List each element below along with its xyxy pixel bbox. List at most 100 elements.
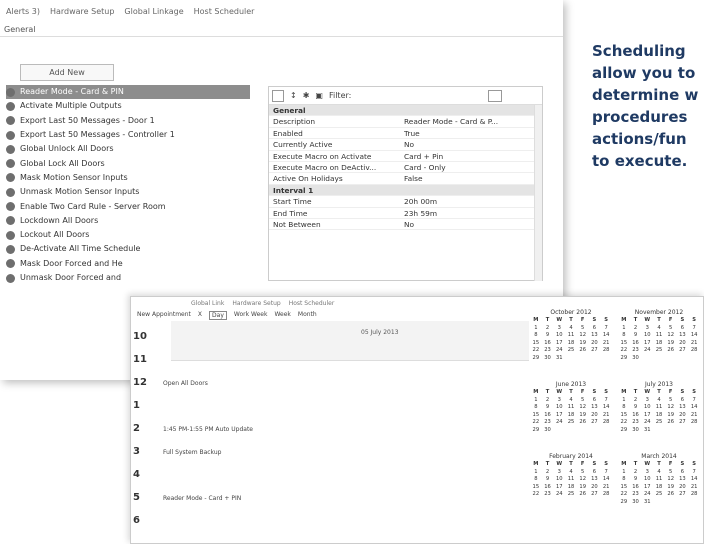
calendar-day[interactable]: 20 (589, 340, 601, 347)
calendar-day[interactable]: 21 (688, 412, 700, 419)
calendar-day[interactable]: 24 (553, 347, 565, 354)
calendar-day[interactable]: 4 (565, 397, 577, 404)
calendar-day[interactable]: 29 (618, 499, 630, 506)
calendar-day[interactable]: 26 (577, 491, 589, 498)
categorized-icon[interactable] (272, 89, 284, 102)
calendar-day[interactable]: 1 (618, 397, 630, 404)
calendar-day[interactable]: 16 (630, 484, 642, 491)
calendar-day[interactable]: 14 (688, 404, 700, 411)
macro-list-item[interactable]: Lockout All Doors (6, 228, 250, 242)
calendar-day[interactable]: 27 (677, 347, 689, 354)
calendar-day[interactable]: 31 (553, 355, 565, 362)
calendar-day[interactable]: 16 (542, 484, 554, 491)
calendar-day[interactable]: 29 (618, 355, 630, 362)
calendar-day[interactable]: 9 (630, 476, 642, 483)
property-row[interactable]: Active On Holidays False (269, 173, 542, 185)
calendar-day[interactable]: 21 (688, 484, 700, 491)
hour-slot[interactable]: 3 Full System Backup (133, 446, 513, 469)
calendar-day[interactable]: 30 (542, 427, 554, 434)
calendar-day[interactable]: 13 (589, 476, 601, 483)
calendar-day[interactable]: 26 (577, 347, 589, 354)
macro-list-item[interactable]: Unmask Motion Sensor Inputs (6, 185, 250, 199)
calendar-day[interactable]: 16 (542, 412, 554, 419)
calendar-day[interactable]: 23 (630, 419, 642, 426)
calendar-day[interactable]: 2 (542, 325, 554, 332)
macro-list-item[interactable]: Export Last 50 Messages - Controller 1 (6, 128, 250, 142)
calendar-day[interactable]: 6 (589, 325, 601, 332)
calendar-day[interactable]: 18 (653, 484, 665, 491)
calendar-day[interactable]: 22 (530, 419, 542, 426)
sort-icon[interactable]: ↕ (290, 91, 297, 100)
calendar-day[interactable]: 12 (577, 476, 589, 483)
add-new-button[interactable]: Add New (20, 64, 114, 81)
calendar-day[interactable]: 15 (530, 484, 542, 491)
macro-list-item[interactable]: Global Unlock All Doors (6, 142, 250, 156)
calendar-day[interactable]: 11 (653, 404, 665, 411)
calendar-day[interactable]: 13 (677, 404, 689, 411)
calendar-day[interactable]: 3 (553, 325, 565, 332)
property-category[interactable]: Interval 1 (269, 184, 542, 197)
calendar-day[interactable]: 21 (600, 340, 612, 347)
calendar-day[interactable]: 5 (577, 397, 589, 404)
calendar-day[interactable]: 30 (630, 355, 642, 362)
calendar-day[interactable]: 2 (630, 325, 642, 332)
calendar-day[interactable]: 12 (665, 404, 677, 411)
tab-host-scheduler-2[interactable]: Host Scheduler (289, 300, 335, 307)
calendar-day[interactable]: 17 (553, 484, 565, 491)
macro-list-item[interactable]: Enable Two Card Rule - Server Room (6, 199, 250, 213)
calendar-day[interactable]: 17 (553, 412, 565, 419)
calendar-day[interactable]: 11 (565, 404, 577, 411)
calendar-day[interactable]: 14 (600, 332, 612, 339)
calendar-day[interactable]: 24 (641, 347, 653, 354)
calendar-day[interactable]: 20 (677, 340, 689, 347)
calendar-day[interactable]: 11 (565, 332, 577, 339)
work-week-button[interactable]: Work Week (234, 311, 268, 320)
calendar-day[interactable]: 28 (600, 347, 612, 354)
calendar-day[interactable]: 14 (688, 476, 700, 483)
calendar-day[interactable]: 31 (641, 499, 653, 506)
calendar-day[interactable]: 1 (530, 469, 542, 476)
calendar-day[interactable]: 6 (677, 469, 689, 476)
calendar-day[interactable]: 23 (630, 491, 642, 498)
calendar-day[interactable]: 14 (600, 476, 612, 483)
calendar-day[interactable]: 6 (677, 325, 689, 332)
calendar-day[interactable]: 8 (530, 332, 542, 339)
appointment[interactable]: 1:45 PM-1:55 PM Auto Update (163, 426, 253, 433)
calendar-day[interactable]: 18 (565, 412, 577, 419)
calendar-day[interactable]: 22 (618, 347, 630, 354)
calendar-day[interactable]: 30 (630, 499, 642, 506)
calendar-day[interactable]: 9 (542, 332, 554, 339)
calendar-day[interactable]: 20 (589, 484, 601, 491)
calendar-day[interactable]: 9 (542, 476, 554, 483)
tab-hardware-setup[interactable]: Hardware Setup (50, 7, 114, 16)
calendar-day[interactable]: 15 (618, 340, 630, 347)
calendar-day[interactable]: 12 (665, 476, 677, 483)
calendar-day[interactable]: 7 (600, 469, 612, 476)
calendar-day[interactable]: 25 (653, 347, 665, 354)
calendar-day[interactable]: 23 (630, 347, 642, 354)
calendar-day[interactable]: 17 (641, 340, 653, 347)
calendar-day[interactable]: 4 (565, 325, 577, 332)
calendar-day[interactable]: 5 (577, 325, 589, 332)
calendar-day[interactable]: 16 (542, 340, 554, 347)
filter-clear-icon[interactable] (488, 89, 502, 102)
calendar-day[interactable]: 1 (618, 469, 630, 476)
calendar-day[interactable]: 20 (589, 412, 601, 419)
calendar-day[interactable]: 9 (630, 332, 642, 339)
macro-list-item[interactable]: Reader Mode - Card & PIN (6, 85, 250, 100)
calendar-day[interactable]: 2 (542, 469, 554, 476)
calendar-day[interactable]: 28 (688, 491, 700, 498)
macro-list-item[interactable]: Mask Door Forced and He (6, 257, 250, 271)
appointment[interactable]: Full System Backup (163, 449, 221, 456)
calendar-day[interactable]: 12 (665, 332, 677, 339)
calendar-day[interactable]: 3 (553, 397, 565, 404)
calendar-day[interactable]: 23 (542, 347, 554, 354)
calendar-day[interactable]: 19 (577, 412, 589, 419)
calendar-day[interactable]: 2 (630, 397, 642, 404)
calendar-day[interactable]: 1 (530, 325, 542, 332)
tab-hardware-setup-2[interactable]: Hardware Setup (232, 300, 280, 307)
calendar-day[interactable]: 6 (589, 397, 601, 404)
property-row[interactable]: Not Between No (269, 219, 542, 231)
calendar-day[interactable]: 24 (553, 491, 565, 498)
calendar-day[interactable]: 3 (553, 469, 565, 476)
